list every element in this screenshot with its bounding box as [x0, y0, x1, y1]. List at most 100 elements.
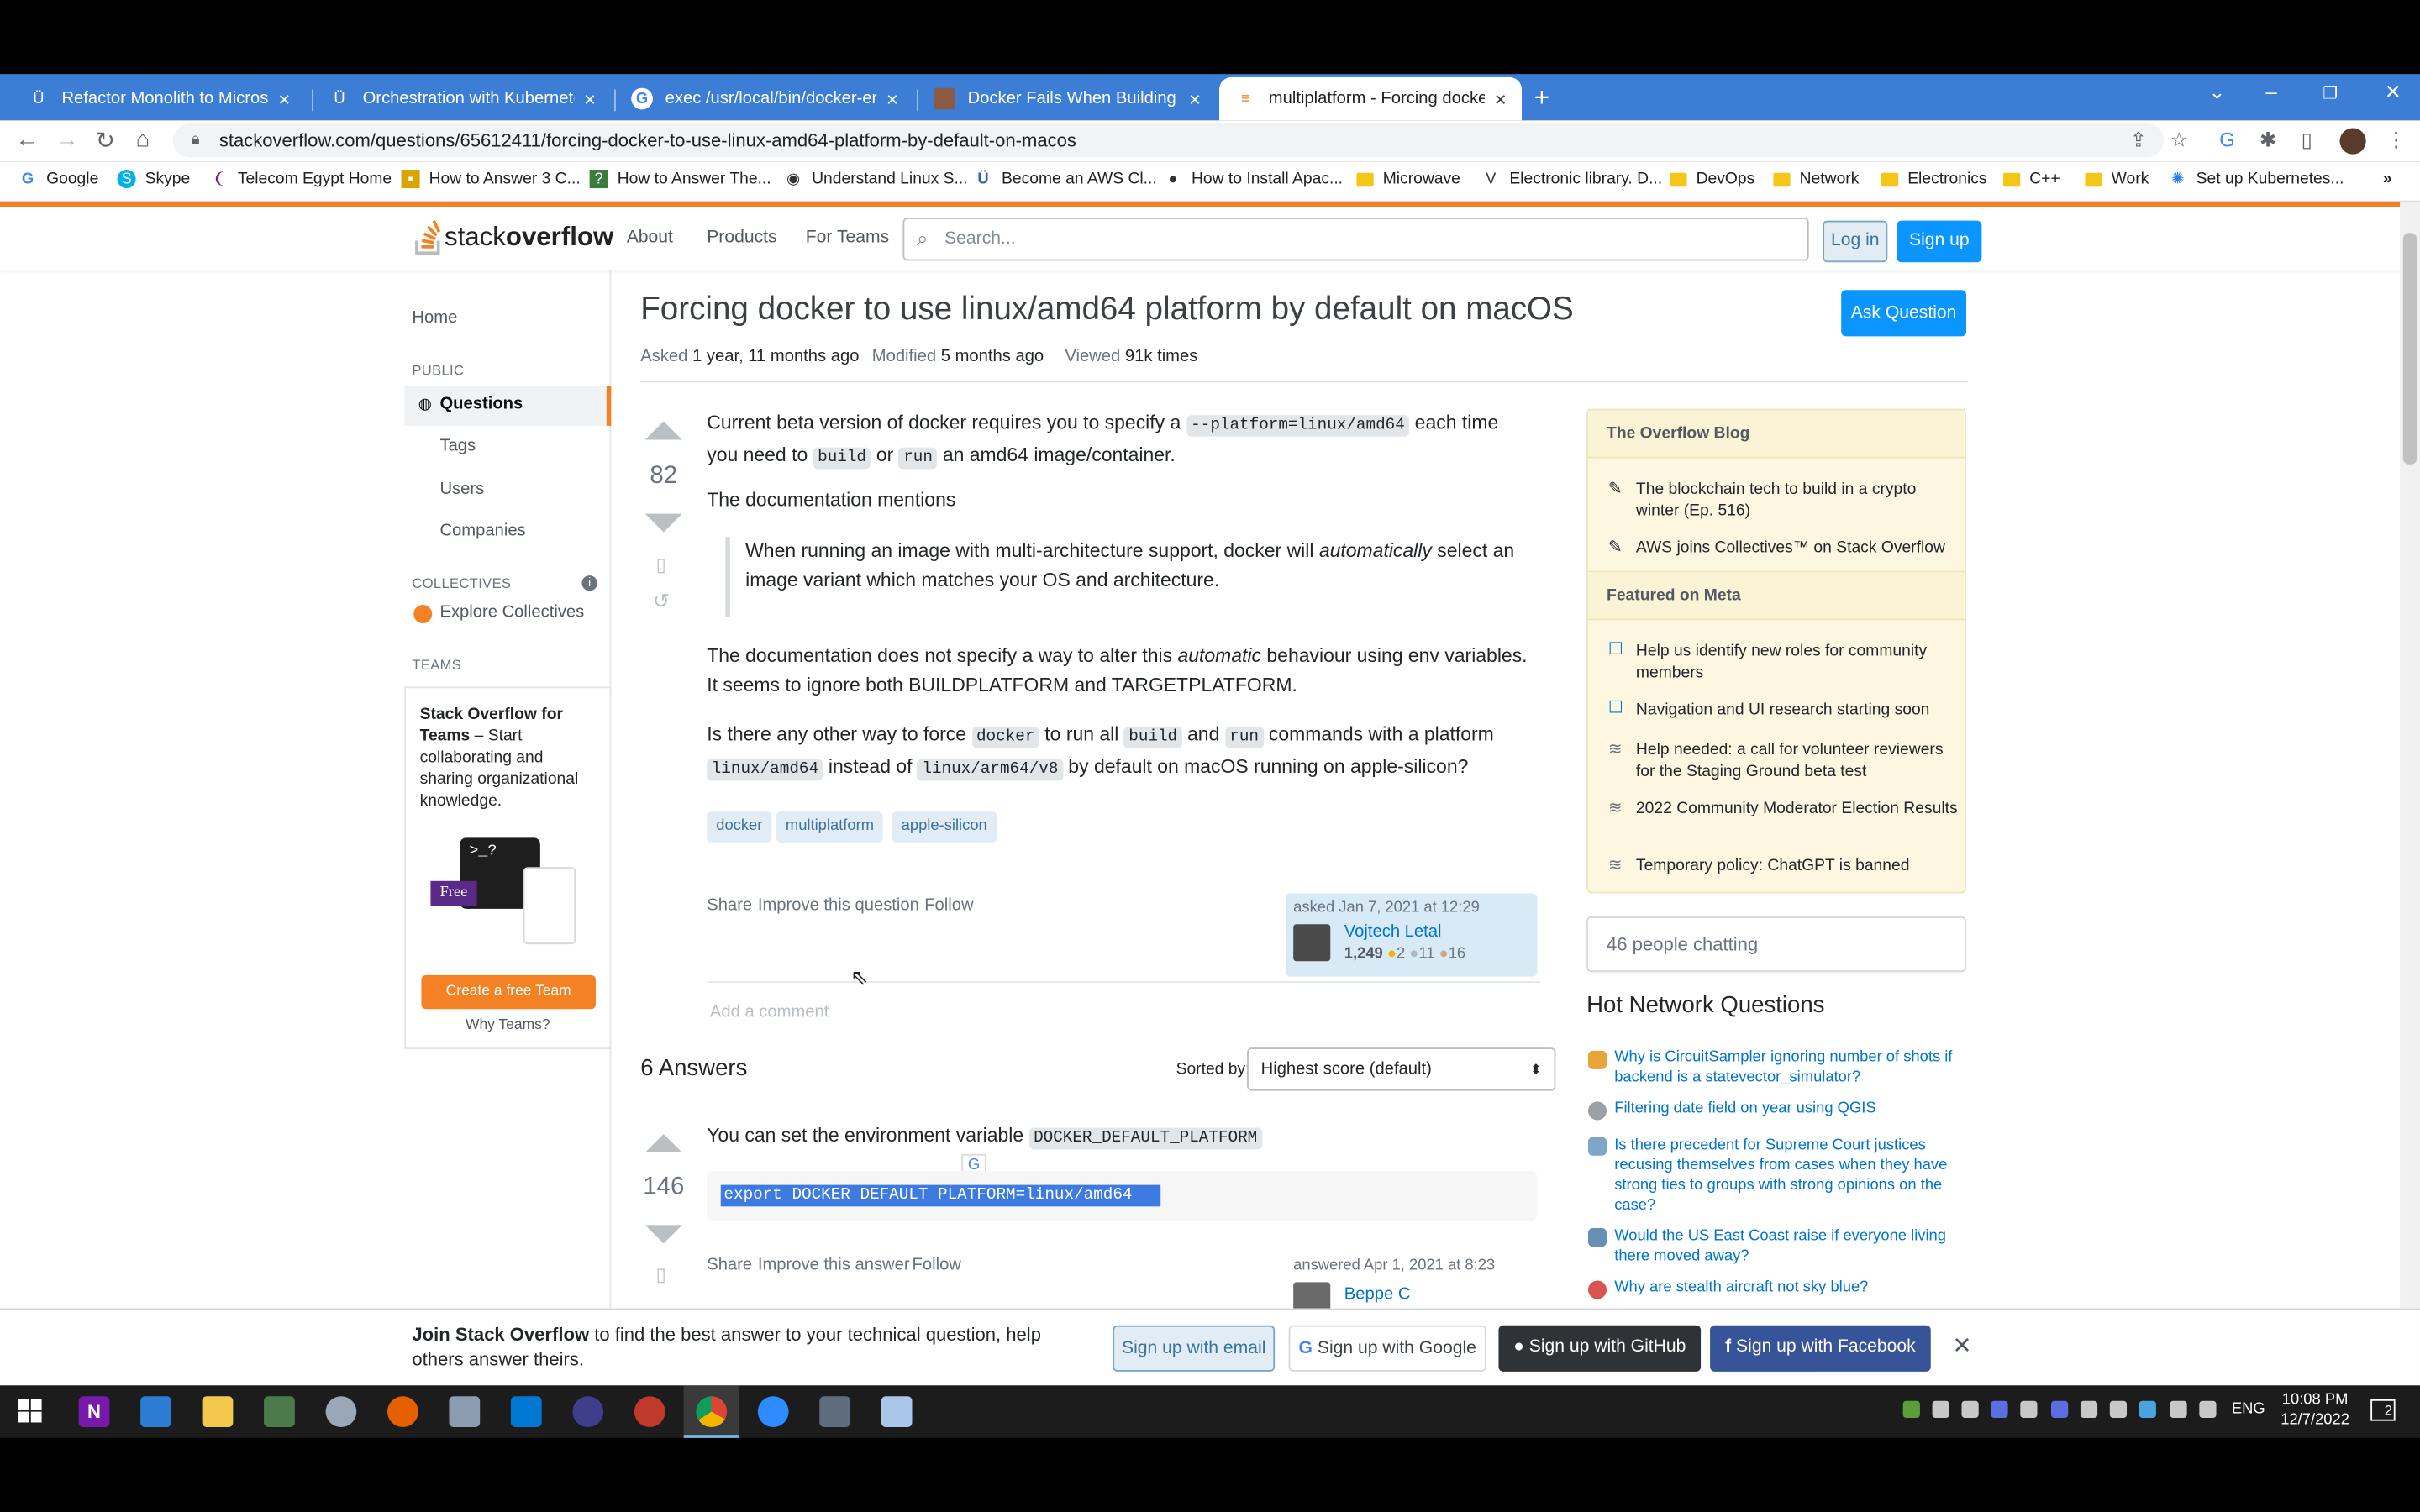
meta-item[interactable]: 2022 Community Moderator Election Result… [1636, 798, 1960, 820]
tab-search-icon[interactable]: ⌄ [2208, 81, 2225, 105]
bookmark-how-to-answer-the[interactable]: ? How to Answer The... [589, 170, 771, 189]
improve-answer-link[interactable]: Improve this answer [758, 1256, 910, 1274]
why-teams-link[interactable]: Why Teams? [406, 1016, 609, 1033]
hnq-item[interactable]: Why are stealth aircraft not sky blue? [1614, 1278, 1957, 1298]
info-icon[interactable]: i [581, 575, 597, 591]
ask-question-button[interactable]: Ask Question [1841, 290, 1966, 337]
signup-google-button[interactable]: G Sign up with Google [1288, 1325, 1486, 1372]
signup-email-button[interactable]: Sign up with email [1113, 1325, 1276, 1372]
follow-answer-link[interactable]: Follow [913, 1256, 961, 1274]
signup-facebook-button[interactable]: f Sign up with Facebook [1710, 1325, 1931, 1372]
follow-question-link[interactable]: Follow [924, 896, 973, 915]
extensions-icon[interactable]: ✱ [2260, 128, 2276, 152]
tab-multiplatform-active[interactable]: ≡ multiplatform - Forcing docker to × [1219, 76, 1523, 121]
modified-value[interactable]: 5 months ago [941, 347, 1044, 365]
bookmark-electronic-library[interactable]: V Electronic library. D... [1481, 170, 1662, 188]
bookmark-folder-network[interactable]: Network [1773, 170, 1859, 188]
sidebar-item-companies[interactable]: Companies [439, 522, 525, 540]
bookmark-understand-linux[interactable]: ◉ Understand Linux S... [784, 170, 968, 188]
profile-avatar[interactable] [2339, 128, 2366, 155]
back-icon[interactable]: ← [15, 127, 39, 153]
onedrive-icon[interactable] [2139, 1400, 2156, 1418]
microphone-icon[interactable] [2020, 1400, 2038, 1418]
sidebar-item-home[interactable]: Home [412, 308, 457, 327]
sort-select[interactable]: Highest score (default) ⬍ [1247, 1047, 1556, 1091]
downvote-icon[interactable] [644, 513, 682, 533]
bookmark-how-to-answer-3[interactable]: ▪ How to Answer 3 C... [401, 170, 581, 189]
page-scrollbar[interactable] [2400, 202, 2420, 1309]
sidepanel-icon[interactable]: ▯ [2302, 128, 2312, 152]
chat-widget[interactable]: 46 people chatting [1586, 916, 1966, 973]
downvote-icon[interactable] [644, 1225, 682, 1244]
bookmark-kubernetes[interactable]: ✺ Set up Kubernetes... [2169, 170, 2344, 188]
bookmark-folder-devops[interactable]: DevOps [1670, 170, 1754, 188]
tray-icon[interactable] [1932, 1400, 1949, 1418]
meta-item[interactable]: Help needed: a call for volunteer review… [1636, 739, 1960, 782]
bookmark-install-apache[interactable]: ● How to Install Apac... [1164, 170, 1343, 188]
nav-about[interactable]: About [627, 228, 673, 247]
signup-button[interactable]: Sign up [1897, 220, 1982, 263]
hnq-item[interactable]: Why is CircuitSampler ignoring number of… [1614, 1047, 1957, 1088]
tray-icon[interactable] [2109, 1400, 2128, 1418]
share-question-link[interactable]: Share [707, 896, 752, 915]
stackoverflow-logo[interactable]: stack overflow [413, 219, 613, 256]
share-icon[interactable]: ⇪ [2130, 128, 2147, 152]
bookmark-icon[interactable]: ▯ [656, 554, 666, 575]
onenote-icon[interactable]: N [78, 1396, 110, 1427]
app-icon[interactable] [634, 1396, 666, 1427]
signup-github-button[interactable]: ● Sign up with GitHub [1498, 1325, 1702, 1372]
chrome-taskbar-active[interactable] [683, 1385, 739, 1438]
home-icon[interactable]: ⌂ [136, 127, 150, 153]
close-tab-icon[interactable]: × [1495, 87, 1507, 111]
tray-icon[interactable] [2051, 1400, 2069, 1418]
meta-item[interactable]: Navigation and UI research starting soon [1636, 699, 1960, 721]
close-window-icon[interactable]: ✕ [2385, 81, 2402, 105]
close-tab-icon[interactable]: × [886, 87, 898, 111]
tag-multiplatform[interactable]: multiplatform [776, 811, 884, 843]
history-icon[interactable]: ↺ [653, 590, 670, 614]
forward-icon[interactable]: → [55, 127, 79, 153]
bookmark-folder-microwave[interactable]: Microwave [1356, 170, 1460, 188]
blog-item[interactable]: AWS joins Collectives™ on Stack Overflow [1636, 537, 1960, 559]
bookmark-folder-electronics[interactable]: Electronics [1881, 170, 1987, 188]
app-icon[interactable] [449, 1396, 481, 1427]
tab-refactor-monolith[interactable]: Ü Refactor Monolith to Microservic × [13, 77, 306, 120]
add-comment-link[interactable]: Add a comment [710, 1003, 829, 1021]
volume-icon[interactable] [2199, 1400, 2217, 1418]
address-bar[interactable]: 🔒︎ stackoverflow.com/questions/65612411/… [172, 123, 2165, 158]
bookmark-star-icon[interactable]: ☆ [2170, 128, 2187, 152]
restore-icon[interactable]: ❐ [2323, 83, 2338, 103]
app-icon[interactable] [572, 1396, 604, 1427]
meta-item[interactable]: Temporary policy: ChatGPT is banned [1636, 855, 1960, 877]
meta-item[interactable]: Help us identify new roles for community… [1636, 640, 1960, 683]
bookmark-folder-cpp[interactable]: C++ [2003, 170, 2060, 188]
menu-icon[interactable]: ⋮ [2386, 128, 2407, 152]
tab-exec-docker-entry[interactable]: G exec /usr/local/bin/docker-entry × [616, 77, 913, 120]
hnq-item[interactable]: Would the US East Coast raise if everyon… [1614, 1226, 1957, 1267]
answer-author-link[interactable]: Beppe C [1344, 1285, 1411, 1304]
create-free-team-button[interactable]: Create a free Team [421, 974, 596, 1010]
hnq-item[interactable]: Filtering date field on year using QGIS [1614, 1099, 1957, 1119]
avatar[interactable] [1293, 924, 1331, 962]
steam-icon[interactable] [2080, 1400, 2098, 1418]
firefox-icon[interactable] [387, 1396, 418, 1427]
bookmark-folder-work[interactable]: Work [2085, 170, 2149, 188]
scrollbar-thumb[interactable] [2402, 233, 2417, 465]
author-link[interactable]: Vojtech Letal [1344, 922, 1442, 941]
nav-products[interactable]: Products [707, 228, 776, 247]
hnq-item[interactable]: Is there precedent for Supreme Court jus… [1614, 1136, 1957, 1216]
share-answer-link[interactable]: Share [707, 1256, 752, 1274]
new-tab-button[interactable]: + [1528, 77, 1565, 120]
tray-icon[interactable] [1961, 1400, 1979, 1418]
app-icon[interactable] [325, 1396, 357, 1427]
bookmark-google[interactable]: G Google [18, 170, 98, 188]
more-bookmarks-button[interactable]: » [2383, 170, 2392, 188]
bookmark-icon[interactable]: ▯ [656, 1263, 666, 1285]
improve-question-link[interactable]: Improve this question [758, 896, 919, 915]
nav-for-teams[interactable]: For Teams [806, 228, 889, 247]
search-input[interactable]: ⌕ Search... [902, 217, 1809, 261]
bookmark-telecom[interactable]: ❨ Telecom Egypt Home [210, 170, 392, 188]
tag-apple-silicon[interactable]: apple-silicon [892, 811, 997, 843]
login-button[interactable]: Log in [1823, 220, 1888, 263]
windows-start-icon[interactable] [18, 1399, 43, 1424]
